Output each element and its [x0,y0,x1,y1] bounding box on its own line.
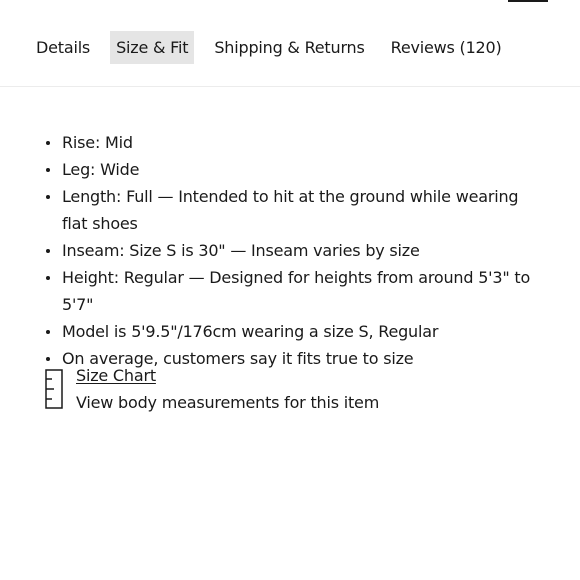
fit-detail-model: Model is 5'9.5"/176cm wearing a size S, … [44,318,544,345]
product-tabs: Details Size & Fit Shipping & Returns Re… [30,31,522,64]
size-chart-text: Size Chart View body measurements for th… [76,362,379,416]
fit-detail-length: Length: Full — Intended to hit at the gr… [44,183,544,237]
top-indicator-bar [508,0,548,2]
size-chart-block: Size Chart View body measurements for th… [45,362,379,416]
tab-size-and-fit[interactable]: Size & Fit [110,31,195,64]
tabs-divider [0,86,580,87]
fit-detail-leg: Leg: Wide [44,156,544,183]
tab-shipping-and-returns[interactable]: Shipping & Returns [208,31,370,64]
fit-detail-height: Height: Regular — Designed for heights f… [44,264,544,318]
fit-detail-inseam: Inseam: Size S is 30" — Inseam varies by… [44,237,544,264]
tab-reviews[interactable]: Reviews (120) [385,31,508,64]
product-info-panel: Details Size & Fit Shipping & Returns Re… [0,0,580,580]
size-chart-link[interactable]: Size Chart [76,362,379,389]
ruler-icon [45,369,63,409]
fit-details-list: Rise: Mid Leg: Wide Length: Full — Inten… [44,129,544,372]
tab-details[interactable]: Details [30,31,96,64]
fit-detail-rise: Rise: Mid [44,129,544,156]
size-chart-description: View body measurements for this item [76,393,380,412]
